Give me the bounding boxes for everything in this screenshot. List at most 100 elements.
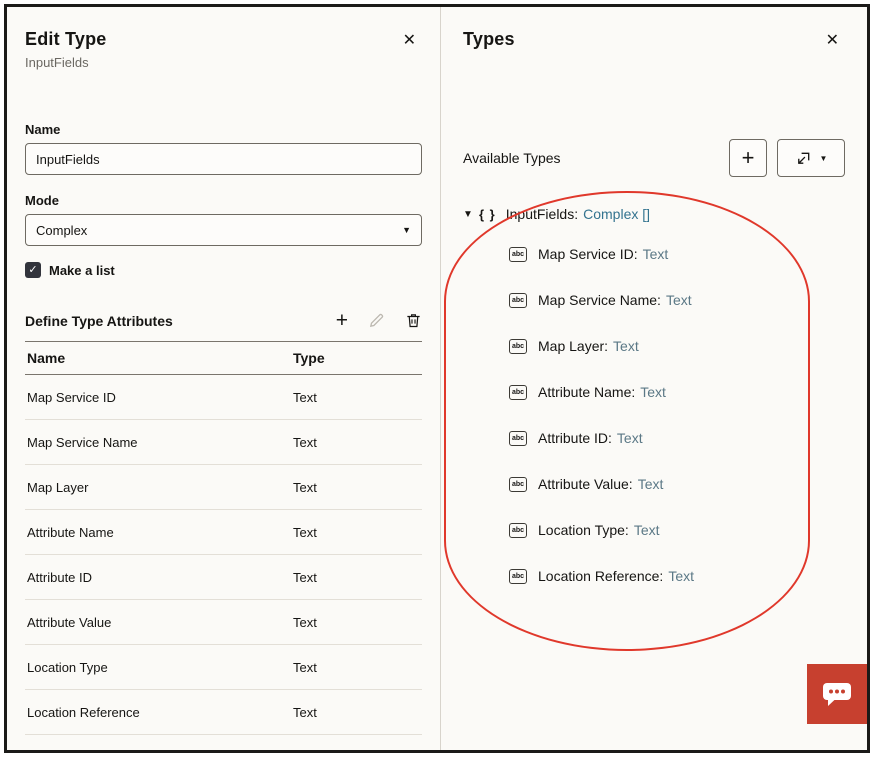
- add-attribute-button[interactable]: +: [336, 310, 348, 331]
- available-types-label: Available Types: [463, 150, 729, 166]
- trash-icon: [405, 312, 422, 329]
- edit-attribute-button[interactable]: [368, 312, 385, 329]
- page-title: Edit Type: [25, 29, 397, 50]
- text-type-icon: abc: [509, 385, 527, 400]
- types-header: Types ✕: [463, 29, 845, 53]
- attr-type-cell: Text: [293, 705, 422, 720]
- tree-item-label: Location Reference:: [538, 568, 663, 584]
- tree-item-label: Attribute ID:: [538, 430, 612, 446]
- pencil-icon: [368, 312, 385, 329]
- attr-name-cell: Location Type: [25, 660, 293, 675]
- attr-type-cell: Text: [293, 480, 422, 495]
- mode-label: Mode: [25, 193, 422, 208]
- import-type-icon: [795, 150, 812, 167]
- attr-type-cell: Text: [293, 390, 422, 405]
- tree-root-label: InputFields:: [506, 206, 578, 222]
- tree-item-type: Text: [668, 568, 694, 584]
- tree-root-type: Complex []: [583, 206, 650, 222]
- tree-item-type: Text: [638, 476, 664, 492]
- make-a-list-label: Make a list: [49, 263, 115, 278]
- table-row[interactable]: Location Reference Text: [25, 690, 422, 735]
- column-header-name: Name: [25, 350, 293, 366]
- attr-type-cell: Text: [293, 570, 422, 585]
- plus-icon: +: [742, 145, 755, 171]
- text-type-icon: abc: [509, 477, 527, 492]
- make-a-list-checkbox[interactable]: ✓ Make a list: [25, 262, 422, 278]
- tree-item-label: Attribute Value:: [538, 476, 633, 492]
- import-type-menu-button[interactable]: ▼: [777, 139, 845, 177]
- attr-name-cell: Map Service ID: [25, 390, 293, 405]
- tree-item-label: Attribute Name:: [538, 384, 635, 400]
- text-type-icon: abc: [509, 247, 527, 262]
- available-types-row: Available Types + ▼: [463, 139, 845, 177]
- feedback-button[interactable]: [807, 664, 867, 724]
- table-row[interactable]: Attribute Name Text: [25, 510, 422, 555]
- name-label: Name: [25, 122, 422, 137]
- close-icon[interactable]: ✕: [820, 29, 845, 53]
- table-row[interactable]: Map Service Name Text: [25, 420, 422, 465]
- tree-item-type: Text: [666, 292, 692, 308]
- edit-type-panel: Edit Type InputFields ✕ Name Mode Comple…: [7, 7, 441, 750]
- types-tree: ▼ { } InputFields: Complex [] abc Map Se…: [463, 197, 845, 599]
- attr-name-cell: Map Layer: [25, 480, 293, 495]
- chevron-down-icon: ▼: [820, 154, 828, 163]
- tree-item[interactable]: abc Map Service ID: Text: [463, 231, 845, 277]
- edit-type-header: Edit Type InputFields ✕: [25, 29, 422, 70]
- attr-name-cell: Map Service Name: [25, 435, 293, 450]
- attr-type-cell: Text: [293, 435, 422, 450]
- window: Edit Type InputFields ✕ Name Mode Comple…: [4, 4, 870, 753]
- table-header: Name Type: [25, 341, 422, 375]
- text-type-icon: abc: [509, 569, 527, 584]
- tree-item-label: Location Type:: [538, 522, 629, 538]
- tree-item[interactable]: abc Location Type: Text: [463, 507, 845, 553]
- attr-name-cell: Location Reference: [25, 705, 293, 720]
- tree-item-type: Text: [643, 246, 669, 262]
- tree-item[interactable]: abc Map Layer: Text: [463, 323, 845, 369]
- delete-attribute-button[interactable]: [405, 312, 422, 329]
- text-type-icon: abc: [509, 293, 527, 308]
- tree-item[interactable]: abc Map Service Name: Text: [463, 277, 845, 323]
- table-row[interactable]: Location Type Text: [25, 645, 422, 690]
- attr-type-cell: Text: [293, 660, 422, 675]
- mode-selected-value: Complex: [36, 223, 402, 238]
- table-row[interactable]: Attribute ID Text: [25, 555, 422, 600]
- tree-item[interactable]: abc Attribute Value: Text: [463, 461, 845, 507]
- chevron-down-icon: ▼: [402, 225, 411, 235]
- close-icon[interactable]: ✕: [397, 29, 422, 53]
- tree-item-type: Text: [617, 430, 643, 446]
- attr-type-cell: Text: [293, 525, 422, 540]
- text-type-icon: abc: [509, 431, 527, 446]
- tree-item-type: Text: [640, 384, 666, 400]
- text-type-icon: abc: [509, 339, 527, 354]
- attr-type-cell: Text: [293, 615, 422, 630]
- page-subtitle: InputFields: [25, 55, 397, 70]
- tree-item-label: Map Service Name:: [538, 292, 661, 308]
- tree-item-type: Text: [613, 338, 639, 354]
- tree-item[interactable]: abc Attribute ID: Text: [463, 415, 845, 461]
- attributes-table: Name Type Map Service ID Text Map Servic…: [25, 341, 422, 735]
- column-header-type: Type: [293, 350, 422, 366]
- table-row[interactable]: Map Service ID Text: [25, 375, 422, 420]
- add-type-button[interactable]: +: [729, 139, 767, 177]
- attributes-toolbar: Define Type Attributes +: [25, 310, 422, 331]
- collapse-caret-icon[interactable]: ▼: [463, 209, 479, 220]
- chat-bubble-icon: [821, 680, 853, 708]
- table-row[interactable]: Map Layer Text: [25, 465, 422, 510]
- attr-name-cell: Attribute Value: [25, 615, 293, 630]
- tree-item[interactable]: abc Attribute Name: Text: [463, 369, 845, 415]
- attr-name-cell: Attribute Name: [25, 525, 293, 540]
- tree-item-type: Text: [634, 522, 660, 538]
- attributes-title: Define Type Attributes: [25, 313, 316, 329]
- complex-type-icon: { }: [479, 207, 496, 222]
- mode-select[interactable]: Complex ▼: [25, 214, 422, 246]
- tree-item-label: Map Service ID:: [538, 246, 638, 262]
- types-panel: Types ✕ Available Types + ▼ ▼ { }: [441, 7, 867, 750]
- tree-item[interactable]: abc Location Reference: Text: [463, 553, 845, 599]
- tree-item-label: Map Layer:: [538, 338, 608, 354]
- table-row[interactable]: Attribute Value Text: [25, 600, 422, 645]
- name-input[interactable]: [25, 143, 422, 175]
- types-title: Types: [463, 29, 820, 50]
- attr-name-cell: Attribute ID: [25, 570, 293, 585]
- checkbox-check-icon: ✓: [25, 262, 41, 278]
- tree-root-inputfields[interactable]: ▼ { } InputFields: Complex []: [463, 197, 845, 231]
